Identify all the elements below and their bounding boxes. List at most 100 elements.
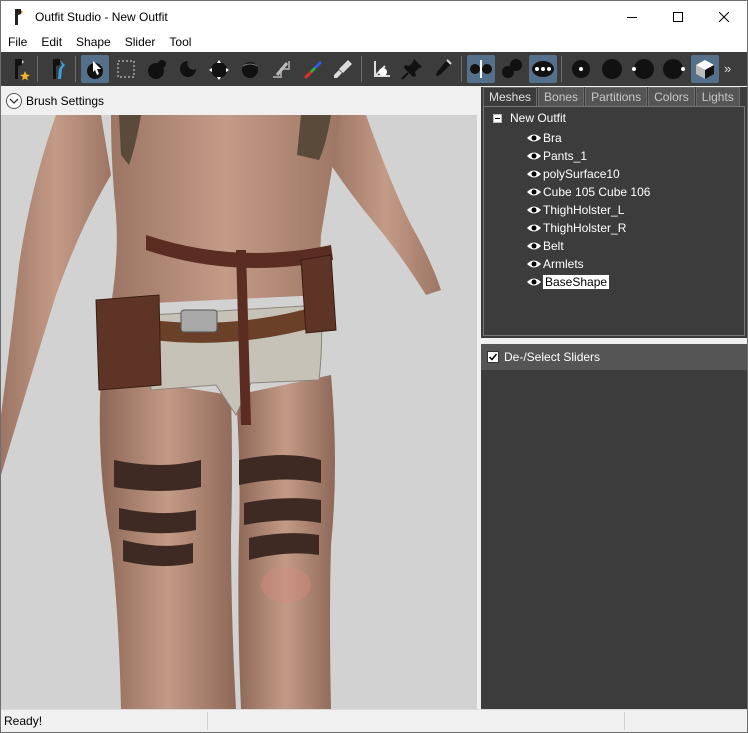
tab-colors[interactable]: Colors	[648, 87, 695, 106]
connected-only-icon	[501, 59, 522, 78]
chevron-down-icon	[9, 98, 19, 104]
model-render	[1, 115, 441, 709]
mesh-item[interactable]: Bra	[526, 129, 650, 147]
mesh-item[interactable]: Belt	[526, 237, 650, 255]
app-icon	[15, 8, 23, 25]
mesh-item-selected[interactable]: BaseShape	[526, 273, 650, 291]
menu-edit[interactable]: Edit	[34, 32, 69, 52]
eye-icon[interactable]	[526, 168, 542, 180]
wireframe-button[interactable]	[567, 55, 595, 83]
wireframe-icon	[571, 60, 590, 78]
mesh-label: ThighHolster_R	[543, 221, 627, 235]
smooth-brush-button[interactable]	[236, 55, 264, 83]
status-separator	[207, 712, 208, 730]
mesh-item[interactable]: Pants_1	[526, 147, 650, 165]
smooth-brush-icon	[241, 62, 258, 78]
menu-shape[interactable]: Shape	[69, 32, 118, 52]
3d-viewport[interactable]	[1, 115, 477, 709]
tab-bones[interactable]: Bones	[538, 87, 585, 106]
eye-icon[interactable]	[526, 150, 542, 162]
close-button[interactable]	[701, 1, 747, 32]
global-brush-button[interactable]	[528, 55, 557, 83]
tab-lights[interactable]: Lights	[695, 87, 740, 106]
left-arm	[1, 115, 111, 475]
texture-view-button[interactable]	[690, 55, 719, 83]
mirror-x-icon	[469, 60, 492, 78]
mesh-label: polySurface10	[543, 167, 620, 181]
tab-partitions[interactable]: Partitions	[585, 87, 648, 106]
toolbar: »	[1, 52, 747, 86]
right-panel: Meshes Bones Partitions Colors Lights Ne…	[481, 87, 747, 709]
weight-paint-button[interactable]	[329, 55, 357, 83]
outfit-studio-window: Outfit Studio - New Outfit File Edit Sha…	[0, 0, 748, 733]
mask-view-button[interactable]	[629, 55, 657, 83]
collapse-vertex-button[interactable]	[429, 55, 457, 83]
load-reference-button[interactable]	[43, 55, 71, 83]
mask-view-icon	[631, 59, 654, 79]
menu-file[interactable]: File	[1, 32, 34, 52]
connected-only-button[interactable]	[498, 55, 526, 83]
global-brush-icon	[531, 61, 554, 77]
mesh-tree[interactable]: New Outfit Bra Pants_1 polySurface10 Cub…	[483, 106, 745, 336]
select-tool-button[interactable]	[80, 55, 109, 83]
mesh-label: Belt	[543, 239, 564, 253]
sliders-header-label: De-/Select Sliders	[504, 350, 601, 364]
menu-slider[interactable]: Slider	[118, 32, 163, 52]
belt-buckle	[180, 309, 218, 333]
mesh-item[interactable]: polySurface10	[526, 165, 650, 183]
transform-button[interactable]	[367, 55, 395, 83]
mesh-label: Pants_1	[543, 149, 588, 163]
pivot-button[interactable]	[398, 55, 426, 83]
brush-settings-bar[interactable]: Brush Settings	[1, 87, 477, 115]
undiff-brush-button[interactable]	[267, 55, 295, 83]
mesh-label: ThighHolster_L	[543, 203, 625, 217]
color-paint-button[interactable]	[298, 55, 326, 83]
knee-shading	[261, 567, 311, 603]
mirror-x-button[interactable]	[466, 55, 495, 83]
left-leg	[99, 375, 236, 709]
new-project-button[interactable]	[5, 55, 33, 83]
menu-tool[interactable]: Tool	[162, 32, 198, 52]
lighting-button[interactable]	[598, 55, 626, 83]
inflate-brush-button[interactable]	[143, 55, 171, 83]
minimize-button[interactable]	[609, 1, 655, 32]
texture-view-icon	[695, 60, 714, 79]
eye-icon[interactable]	[526, 276, 542, 288]
eye-icon[interactable]	[526, 240, 542, 252]
left-pouch	[95, 294, 162, 391]
window-controls	[609, 1, 747, 32]
move-brush-button[interactable]	[205, 55, 233, 83]
brush-settings-toggle[interactable]	[6, 93, 22, 109]
mesh-label: BaseShape	[541, 274, 611, 290]
sliders-header[interactable]: De-/Select Sliders	[481, 344, 747, 370]
load-reference-icon	[52, 59, 65, 79]
toolbar-overflow[interactable]: »	[724, 55, 731, 83]
close-icon	[719, 11, 729, 22]
weight-paint-icon	[333, 60, 352, 78]
move-brush-icon	[208, 60, 229, 80]
mesh-item[interactable]: Cube 105 Cube 106	[526, 183, 650, 201]
status-text: Ready!	[4, 714, 43, 728]
select-sliders-checkbox[interactable]	[487, 351, 499, 363]
eye-icon[interactable]	[526, 258, 542, 270]
title-bar[interactable]: Outfit Studio - New Outfit	[1, 1, 747, 32]
eye-icon[interactable]	[526, 204, 542, 216]
maximize-button[interactable]	[655, 1, 701, 32]
sliders-list[interactable]	[481, 370, 747, 709]
eye-icon[interactable]	[526, 222, 542, 234]
weight-view-button[interactable]	[660, 55, 688, 83]
deflate-brush-button[interactable]	[174, 55, 202, 83]
lighting-icon	[601, 59, 622, 79]
mesh-item[interactable]: Armlets	[526, 255, 650, 273]
eye-icon[interactable]	[526, 132, 542, 144]
mask-rect-button[interactable]	[112, 55, 140, 83]
deflate-brush-icon	[179, 61, 196, 77]
mesh-item[interactable]: ThighHolster_R	[526, 219, 650, 237]
eye-icon[interactable]	[526, 186, 542, 198]
tree-root-label: New Outfit	[510, 111, 567, 125]
inflate-brush-icon	[147, 60, 166, 79]
collapse-icon[interactable]	[493, 113, 502, 123]
tab-meshes[interactable]: Meshes	[483, 87, 538, 106]
tree-root[interactable]: New Outfit	[493, 111, 566, 125]
mesh-item[interactable]: ThighHolster_L	[526, 201, 650, 219]
